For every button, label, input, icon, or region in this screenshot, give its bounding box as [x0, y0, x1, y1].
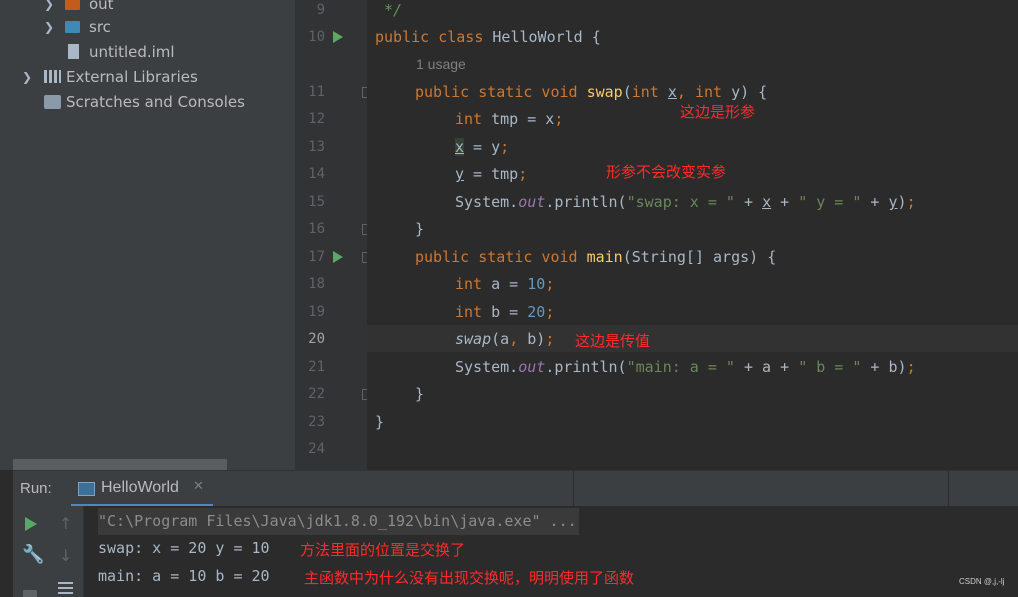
- rerun-icon[interactable]: [25, 517, 37, 531]
- line-number: 17: [308, 249, 325, 265]
- run-side-tools: ↑ 🔧 ↓: [13, 506, 84, 597]
- arrow-up-icon[interactable]: ↑: [59, 514, 72, 533]
- tab-label: HelloWorld: [101, 479, 179, 496]
- tree-item-label: src: [89, 18, 111, 36]
- left-tool-strip: [0, 0, 14, 470]
- line-number: 11: [308, 84, 325, 100]
- code-line-10: public class HelloWorld {: [375, 28, 601, 46]
- tree-item-src[interactable]: ❯ src: [13, 15, 295, 40]
- line-number: 16: [308, 221, 325, 237]
- scratches-icon: [44, 95, 61, 109]
- annotation-no-change: 形参不会改变实参: [606, 163, 727, 181]
- app-icon: [78, 482, 95, 496]
- console-command-line: "C:\Program Files\Java\jdk1.8.0_192\bin\…: [98, 508, 579, 535]
- line-number: 22: [308, 386, 325, 402]
- annotation-pass-value: 这边是传值: [575, 332, 651, 350]
- chevron-right-icon[interactable]: ❯: [22, 65, 32, 90]
- run-class-icon[interactable]: [333, 31, 343, 43]
- line-number: 9: [316, 2, 325, 18]
- line-number-current: 20: [308, 331, 325, 347]
- usage-hint[interactable]: 1 usage: [416, 56, 466, 72]
- iml-file-icon: [68, 44, 79, 59]
- tab-helloworld[interactable]: HelloWorld ✕: [71, 471, 213, 507]
- close-icon[interactable]: ✕: [193, 479, 204, 494]
- run-main-icon[interactable]: [333, 251, 343, 263]
- code-line-9: */: [384, 1, 403, 19]
- line-number: 18: [308, 276, 325, 292]
- tree-item-label: External Libraries: [66, 68, 198, 86]
- line-number: 13: [308, 139, 325, 155]
- line-number: 10: [308, 29, 325, 45]
- tree-item-label: untitled.iml: [89, 43, 175, 61]
- annotation-swap-note: 方法里面的位置是交换了: [300, 541, 466, 559]
- tree-item-label: Scratches and Consoles: [66, 93, 245, 111]
- wrench-icon[interactable]: 🔧: [22, 544, 44, 565]
- line-number: 15: [308, 194, 325, 210]
- toolbar-divider: [573, 471, 574, 507]
- project-tree: ❯ out ❯ src untitled.iml ❯ External Libr…: [13, 0, 295, 470]
- code-line-21: System.out.println("main: a = " + a + " …: [455, 358, 916, 376]
- line-number: 24: [308, 441, 325, 457]
- code-line-18: int a = 10;: [455, 275, 555, 293]
- project-scrollbar[interactable]: [13, 459, 227, 470]
- tree-item-external-libraries[interactable]: ❯ External Libraries: [13, 65, 295, 90]
- folder-icon: [65, 21, 80, 33]
- code-line-19: int b = 20;: [455, 303, 555, 321]
- code-line-13: x = y;: [455, 138, 510, 156]
- code-line-22: }: [415, 385, 425, 403]
- console-output-line: main: a = 10 b = 20: [98, 567, 270, 585]
- tree-item-untitled-iml[interactable]: untitled.iml: [13, 40, 295, 65]
- chevron-right-icon[interactable]: ❯: [44, 15, 54, 40]
- library-icon: [44, 70, 61, 83]
- code-line-23: }: [375, 413, 385, 431]
- run-toolbar: Run: HelloWorld ✕: [13, 470, 1018, 507]
- code-line-14: y = tmp;: [455, 165, 528, 183]
- annotation-main-note: 主函数中为什么没有出现交换呢，明明使用了函数: [304, 569, 635, 587]
- code-line-15: System.out.println("swap: x = " + x + " …: [455, 193, 916, 211]
- line-number: 21: [308, 359, 325, 375]
- line-number: 23: [308, 414, 325, 430]
- line-number: 14: [308, 166, 325, 182]
- line-number: 12: [308, 111, 325, 127]
- code-line-16: }: [415, 220, 425, 238]
- line-number: 19: [308, 304, 325, 320]
- code-line-20: swap(a, b);: [455, 330, 555, 348]
- code-line-12: int tmp = x;: [455, 110, 564, 128]
- tree-item-scratches[interactable]: Scratches and Consoles: [13, 90, 295, 115]
- run-label: Run:: [20, 480, 52, 497]
- arrow-down-icon[interactable]: ↓: [59, 546, 72, 565]
- annotation-formal-params: 这边是形参: [680, 103, 756, 121]
- toolbar-divider: [948, 471, 949, 507]
- console-output-line: swap: x = 20 y = 10: [98, 539, 270, 557]
- folder-icon: [65, 0, 80, 10]
- soft-wrap-icon[interactable]: [58, 582, 73, 597]
- watermark: CSDN @,j,-lj: [959, 577, 1005, 586]
- code-line-17: public static void main(String[] args) {: [415, 248, 777, 266]
- stop-icon[interactable]: [23, 590, 37, 597]
